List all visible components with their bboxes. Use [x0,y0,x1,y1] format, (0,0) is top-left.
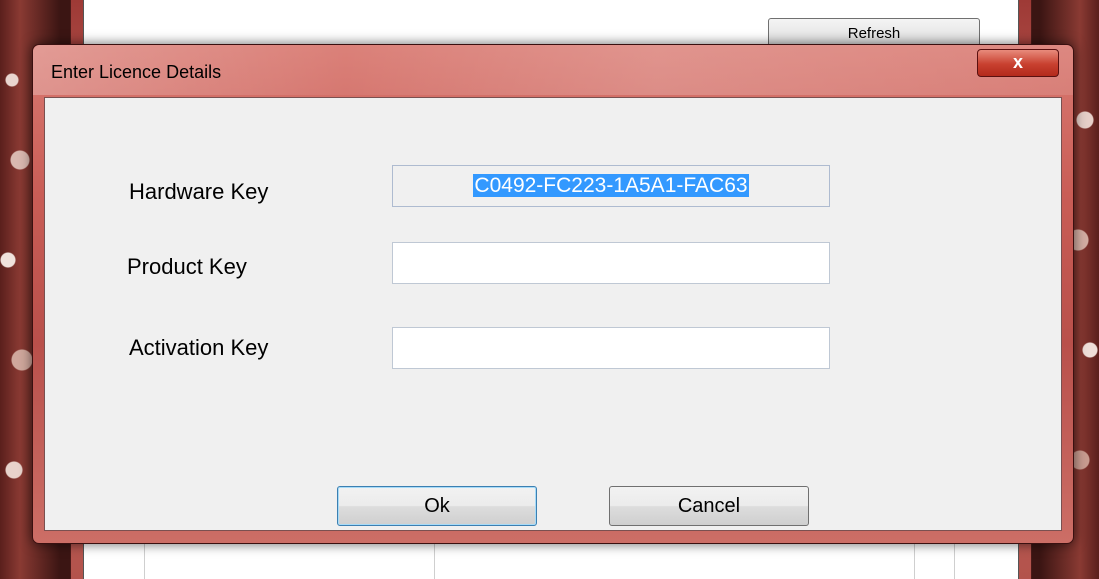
activation-key-label: Activation Key [129,335,269,360]
product-key-input[interactable] [392,242,830,284]
activation-key-input[interactable] [392,327,830,369]
grid-line [434,540,435,579]
dialog-client-area: Hardware Key C0492-FC223-1A5A1-FAC63 Pro… [44,97,1062,531]
hardware-key-value: C0492-FC223-1A5A1-FAC63 [473,174,749,197]
product-key-label: Product Key [127,254,247,279]
dialog-title: Enter Licence Details [51,62,222,82]
grid-line [144,540,145,579]
ok-button[interactable]: Ok [337,486,537,526]
grid-line [914,540,915,579]
close-button[interactable]: x [977,49,1059,77]
hardware-key-field[interactable]: C0492-FC223-1A5A1-FAC63 [392,165,830,207]
hardware-key-label: Hardware Key [129,179,269,204]
licence-dialog: Enter Licence Details x Hardware Key C04… [32,44,1074,544]
close-icon: x [1012,52,1023,72]
cancel-button[interactable]: Cancel [609,486,809,526]
grid-line [954,540,955,579]
